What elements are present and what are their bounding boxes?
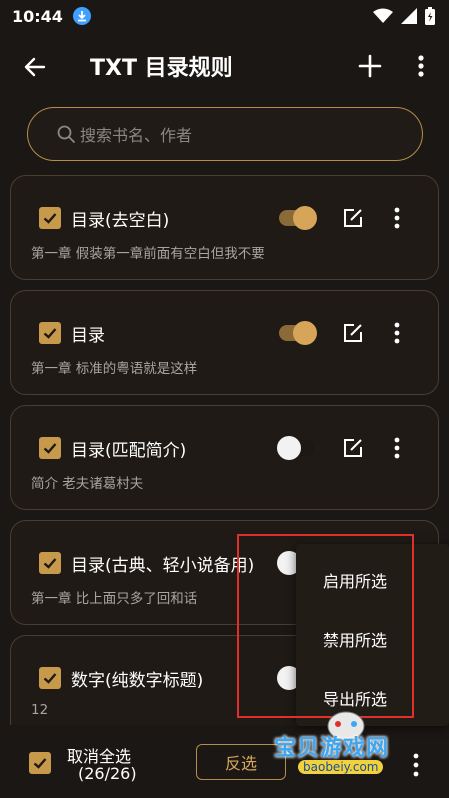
search-placeholder: 搜索书名、作者 xyxy=(80,126,193,145)
rule-description: 第一章 比上面只多了回和话 xyxy=(31,591,198,607)
rule-toggle[interactable] xyxy=(277,206,317,230)
more-vertical-icon[interactable] xyxy=(387,321,407,345)
watermark-url: baobeiy.com xyxy=(298,760,384,774)
battery-icon xyxy=(425,7,435,25)
rule-name: 目录 xyxy=(71,326,105,346)
signal-icon xyxy=(401,8,417,24)
edit-icon[interactable] xyxy=(341,321,365,345)
menu-item-enable-selected[interactable]: 启用所选 xyxy=(296,555,449,605)
status-bar: 10:44 xyxy=(0,0,449,32)
selection-count: (26/26) xyxy=(78,764,137,783)
rule-checkbox[interactable] xyxy=(39,552,61,574)
rule-description: 第一章 标准的粤语就是这样 xyxy=(31,361,198,377)
rule-checkbox[interactable] xyxy=(39,667,61,689)
rule-checkbox[interactable] xyxy=(39,437,61,459)
rule-name: 目录(古典、轻小说备用) xyxy=(71,556,255,576)
rule-description: 简介 老夫诸葛村夫 xyxy=(31,476,144,492)
rule-card[interactable]: 目录 第一章 标准的粤语就是这样 xyxy=(10,290,439,395)
page-title: TXT 目录规则 xyxy=(90,56,233,81)
status-time: 10:44 xyxy=(12,6,63,26)
app-bar: TXT 目录规则 xyxy=(0,36,449,96)
rule-checkbox[interactable] xyxy=(39,207,61,229)
edit-icon[interactable] xyxy=(341,436,365,460)
back-arrow-icon[interactable] xyxy=(20,52,50,82)
invert-selection-button[interactable]: 反选 xyxy=(196,744,286,780)
wifi-icon xyxy=(373,8,393,23)
more-vertical-icon[interactable] xyxy=(387,436,407,460)
more-vertical-icon[interactable] xyxy=(387,206,407,230)
rule-name: 目录(去空白) xyxy=(71,211,170,231)
rule-name: 数字(纯数字标题) xyxy=(71,671,204,691)
rule-checkbox[interactable] xyxy=(39,322,61,344)
watermark-text: 宝贝游戏网 xyxy=(274,736,390,761)
menu-item-disable-selected[interactable]: 禁用所选 xyxy=(296,614,449,664)
more-vertical-icon[interactable] xyxy=(410,50,432,82)
search-input[interactable]: 搜索书名、作者 xyxy=(27,107,423,161)
rule-toggle[interactable] xyxy=(277,436,317,460)
add-icon[interactable] xyxy=(354,50,386,82)
rule-description: 12 xyxy=(31,702,49,718)
rule-toggle[interactable] xyxy=(277,321,317,345)
download-icon xyxy=(72,7,91,25)
search-icon xyxy=(57,125,75,143)
rule-card[interactable]: 目录(匹配简介) 简介 老夫诸葛村夫 xyxy=(10,405,439,510)
rule-description: 第一章 假装第一章前面有空白但我不要 xyxy=(31,246,265,262)
rule-name: 目录(匹配简介) xyxy=(71,441,187,461)
rule-card[interactable]: 目录(去空白) 第一章 假装第一章前面有空白但我不要 xyxy=(10,175,439,280)
select-all-checkbox[interactable] xyxy=(29,752,51,774)
edit-icon[interactable] xyxy=(341,206,365,230)
selection-popup-menu: 启用所选 禁用所选 导出所选 xyxy=(296,544,449,726)
